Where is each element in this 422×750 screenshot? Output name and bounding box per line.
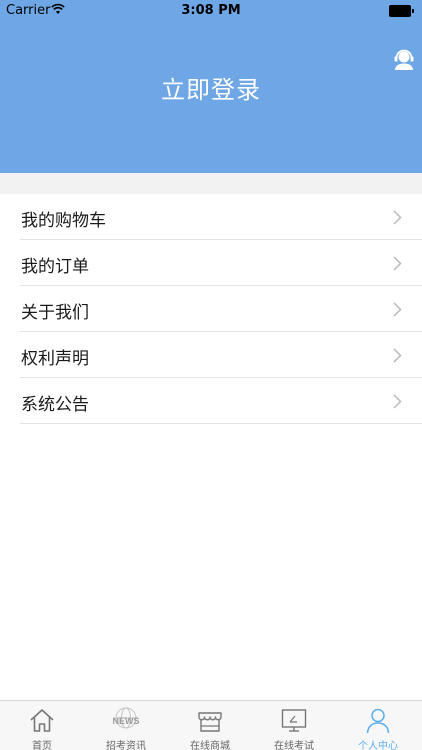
header: Carrier 3:08 PM 立即登录	[0, 0, 422, 173]
menu-item-label: 关于我们	[21, 303, 89, 323]
tab-label: 招考资讯	[106, 741, 146, 750]
divider	[20, 423, 422, 424]
tab-personal-center[interactable]: 个人中心	[336, 701, 420, 750]
status-time: 3:08 PM	[181, 3, 241, 18]
chevron-right-icon	[393, 394, 402, 409]
status-bar: Carrier 3:08 PM	[0, 0, 422, 22]
tab-shop[interactable]: 在线商城	[168, 701, 252, 750]
tab-home[interactable]: 首页	[0, 701, 84, 750]
menu-item-label: 系统公告	[21, 395, 89, 415]
menu-item-label: 我的订单	[21, 257, 89, 277]
menu-item-rights-statement[interactable]: 权利声明	[0, 332, 422, 378]
chevron-right-icon	[393, 302, 402, 317]
menu-list: 我的购物车 我的订单 关于我们 权利声明 系统公告	[0, 194, 422, 424]
tab-online-exam[interactable]: 在线考试	[252, 701, 336, 750]
menu-item-about-us[interactable]: 关于我们	[0, 286, 422, 332]
exam-screen-icon	[281, 709, 307, 732]
menu-item-cart[interactable]: 我的购物车	[0, 194, 422, 240]
menu-item-orders[interactable]: 我的订单	[0, 240, 422, 286]
tab-label: 在线商城	[190, 741, 230, 750]
menu-item-system-notice[interactable]: 系统公告	[0, 378, 422, 424]
chevron-right-icon	[393, 256, 402, 271]
login-button[interactable]: 立即登录	[0, 70, 422, 105]
customer-service-icon[interactable]	[392, 47, 416, 71]
tab-news[interactable]: NEWS 招考资讯	[84, 701, 168, 750]
shop-icon	[198, 712, 222, 732]
tab-label: 首页	[32, 741, 52, 750]
tab-bar: 首页 NEWS 招考资讯 在线商城 在线考试 个人中心	[0, 700, 422, 750]
chevron-right-icon	[393, 348, 402, 363]
menu-item-label: 权利声明	[21, 349, 89, 369]
news-icon: NEWS	[113, 707, 140, 729]
tab-label: 在线考试	[274, 741, 314, 750]
battery-icon	[389, 5, 414, 17]
tab-label: 个人中心	[358, 741, 398, 750]
home-icon	[30, 709, 54, 732]
news-icon-text: NEWS	[113, 716, 140, 726]
chevron-right-icon	[393, 210, 402, 225]
person-icon	[366, 708, 390, 734]
menu-item-label: 我的购物车	[21, 211, 106, 231]
section-gap	[0, 173, 422, 194]
